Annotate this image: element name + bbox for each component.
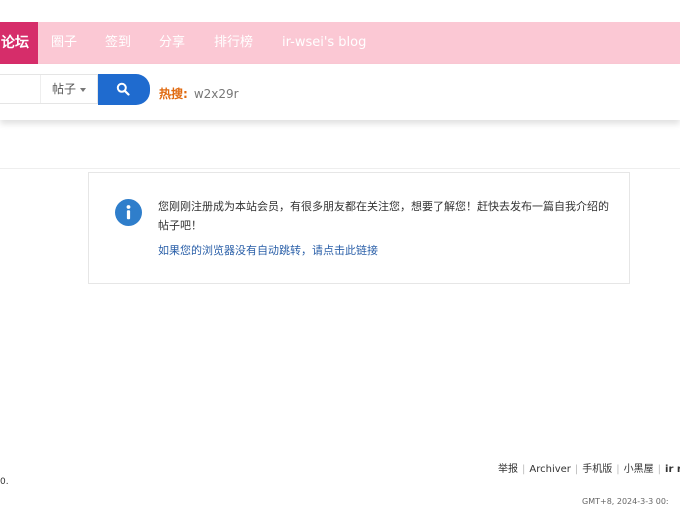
search-bar: 帖子: [0, 64, 680, 120]
nav-item-blog[interactable]: ir-wsei's blog: [282, 22, 366, 64]
top-nav: 论坛 圈子 签到 分享 排行榜 ir-wsei's blog: [0, 22, 680, 64]
footer-separator: |: [657, 464, 662, 475]
footer-link-mobile[interactable]: 手机版: [582, 464, 612, 475]
nav-item-circle[interactable]: 圈子: [51, 22, 77, 64]
search-type-select[interactable]: 帖子: [40, 75, 97, 103]
footer-separator: |: [574, 464, 579, 475]
hot-search-keyword[interactable]: w2x29r: [194, 87, 239, 101]
footer-left-fragment: 0.: [0, 477, 9, 487]
content-divider: [0, 168, 680, 169]
message-text: 您刚刚注册成为本站会员，有很多朋友都在关注您，想要了解您！赶快去发布一篇自我介绍…: [158, 200, 609, 232]
footer-link-blackroom[interactable]: 小黑屋: [624, 464, 654, 475]
nav-item-forum[interactable]: 论坛: [0, 22, 38, 64]
search-input[interactable]: 帖子: [0, 74, 98, 104]
hot-search-label: 热搜:: [159, 87, 188, 101]
redirect-link[interactable]: 如果您的浏览器没有自动跳转，请点击此链接: [158, 242, 378, 258]
footer-link-site[interactable]: ir re: [665, 464, 680, 475]
footer-time: GMT+8, 2024-3-3 00:: [582, 497, 669, 506]
nav-item-share[interactable]: 分享: [159, 22, 185, 64]
footer-link-report[interactable]: 举报: [498, 464, 518, 475]
registration-message: 您刚刚注册成为本站会员，有很多朋友都在关注您，想要了解您！赶快去发布一篇自我介绍…: [88, 172, 630, 284]
footer-link-archiver[interactable]: Archiver: [529, 464, 571, 475]
search-icon: [116, 82, 130, 96]
footer-links: 举报|Archiver|手机版|小黑屋|ir re: [498, 460, 680, 475]
nav-item-checkin[interactable]: 签到: [105, 22, 131, 64]
footer-separator: |: [522, 464, 526, 475]
hot-search: 热搜: w2x29r: [159, 85, 239, 102]
footer-separator: |: [616, 464, 620, 475]
info-icon: [115, 199, 142, 226]
search-button[interactable]: [98, 74, 150, 105]
chevron-down-icon: [80, 87, 87, 92]
search-type-label: 帖子: [52, 82, 77, 96]
nav-item-ranking[interactable]: 排行榜: [214, 22, 253, 64]
